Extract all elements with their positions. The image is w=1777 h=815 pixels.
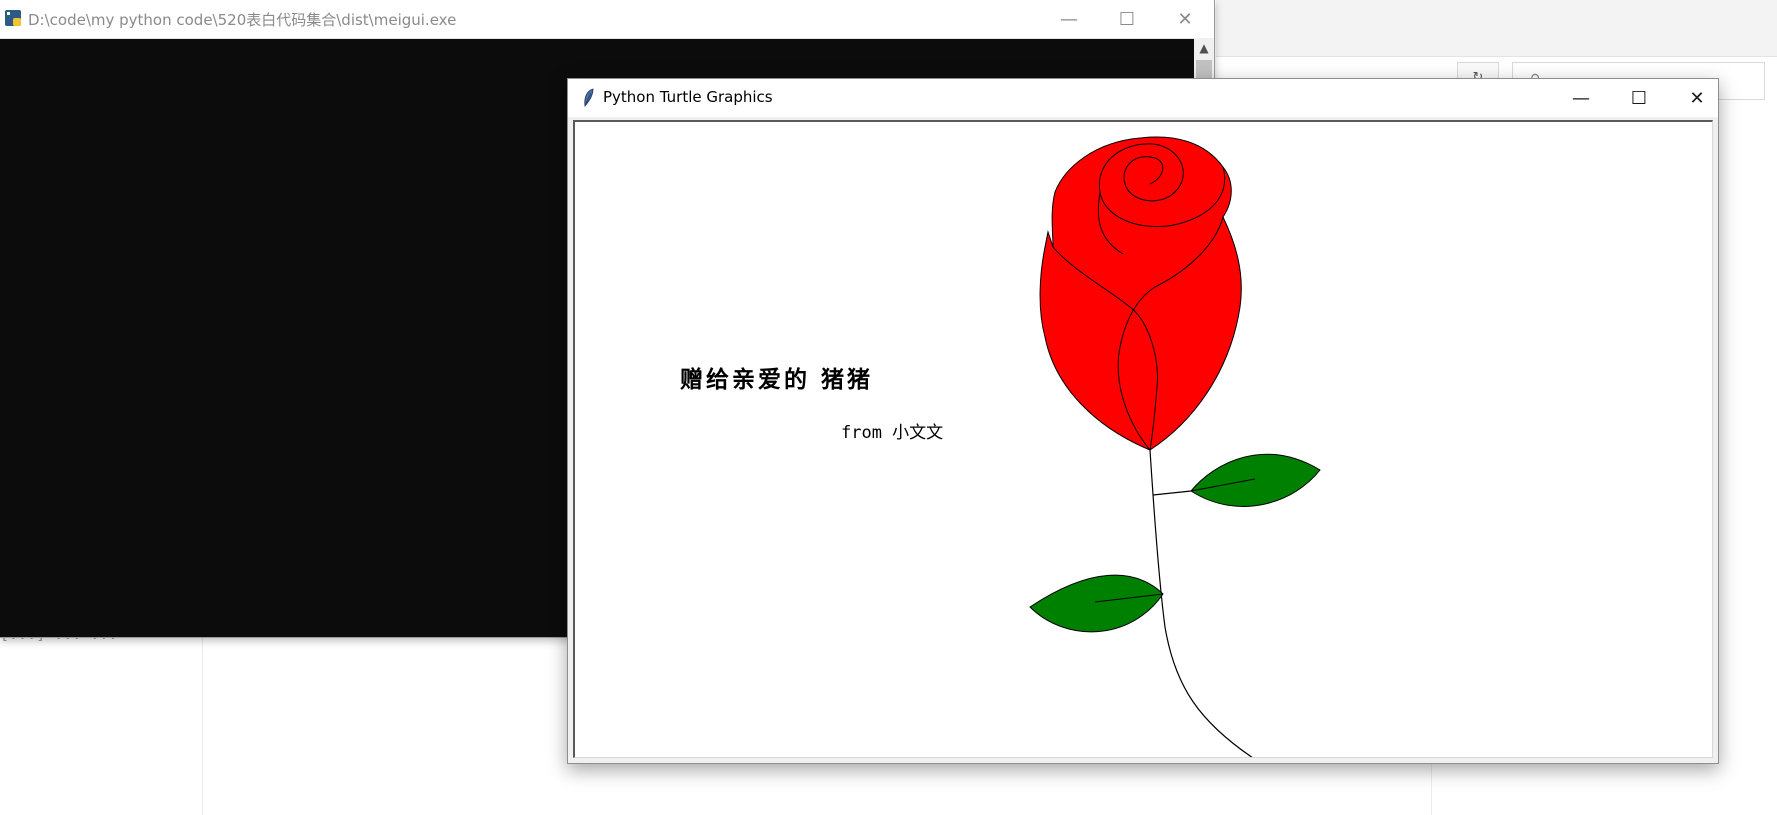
console-minimize-button[interactable]: — [1046,0,1092,38]
scroll-up-arrow-icon[interactable]: ▲ [1194,38,1214,58]
turtle-close-button[interactable]: ✕ [1674,79,1720,117]
close-icon: ✕ [1177,8,1193,30]
turtle-minimize-button[interactable]: — [1558,79,1604,117]
console-close-button[interactable]: ✕ [1162,0,1208,38]
maximize-icon: ☐ [1118,8,1136,30]
minimize-icon: — [1060,8,1078,30]
turtle-maximize-button[interactable]: ☐ [1616,79,1662,117]
turtle-titlebar[interactable]: Python Turtle Graphics — ☐ ✕ [568,79,1718,117]
rose-leaf-upper [1190,453,1321,507]
feather-icon [584,88,594,107]
maximize-icon: ☐ [1630,87,1648,109]
message-signature: from 小文文 [841,423,944,443]
background-divider [202,638,203,815]
turtle-title: Python Turtle Graphics [603,88,773,106]
background-divider [1431,760,1432,815]
console-title: D:\code\my python code\520表白代码集合\dist\me… [28,11,457,29]
rose-drawing [1029,136,1321,757]
desktop: ↻ ⚲ [...] ... ... D:\code\my python code… [0,0,1777,815]
minimize-icon: — [1572,87,1590,109]
turtle-canvas[interactable]: 赠给亲爱的 猪猪 from 小文文 [573,120,1713,758]
message-title: 赠给亲爱的 猪猪 [680,366,874,393]
python-app-icon [5,10,21,26]
rose-flower [1039,136,1242,451]
rose-leaf-lower [1029,574,1164,633]
background-window-toolbar [1216,0,1777,57]
leaf-stem-upper [1152,490,1192,496]
console-titlebar[interactable]: D:\code\my python code\520表白代码集合\dist\me… [0,0,1214,39]
close-icon: ✕ [1689,87,1705,109]
console-maximize-button[interactable]: ☐ [1104,0,1150,38]
turtle-window: Python Turtle Graphics — ☐ ✕ 赠给亲爱的 猪猪 fr… [567,78,1719,764]
